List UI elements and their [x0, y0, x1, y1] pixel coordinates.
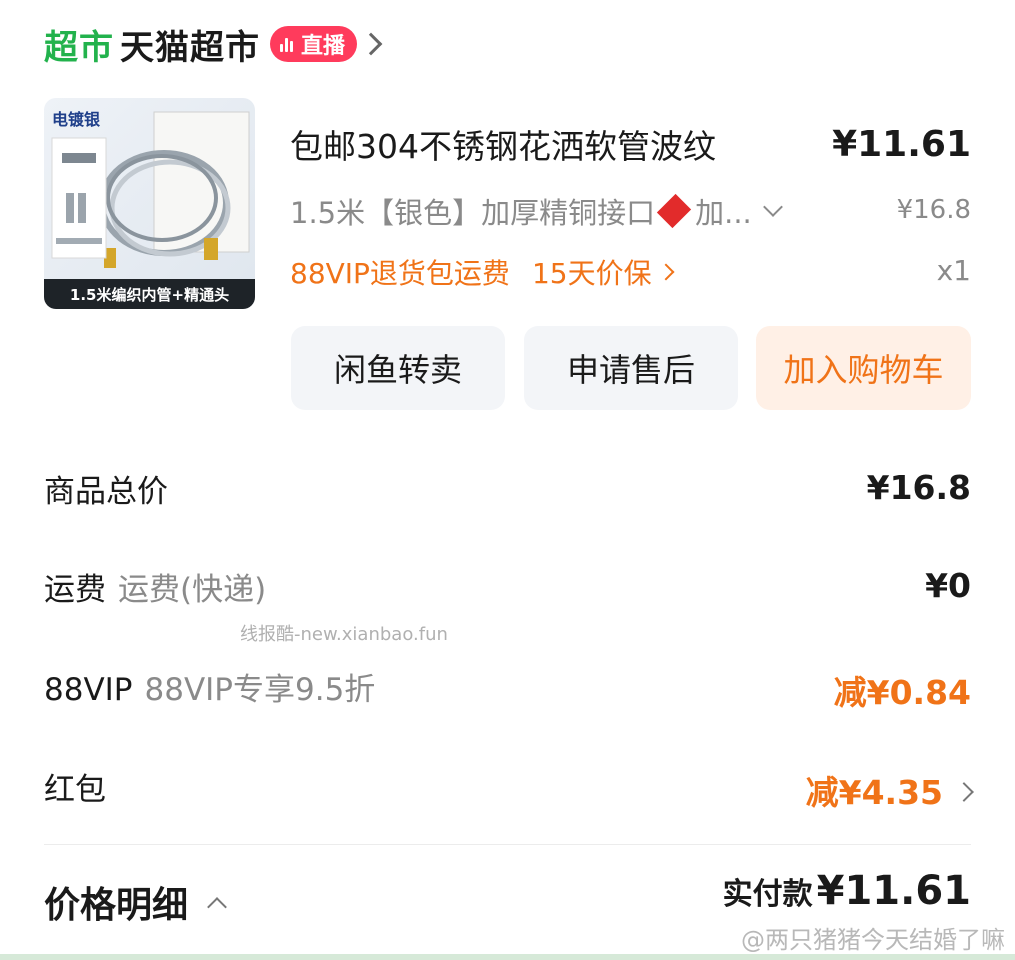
shipping-label-text: 运费: [44, 572, 106, 608]
vip-discount-value: 减¥0.84: [833, 673, 971, 712]
red-packet-value: 减¥4.35: [805, 773, 943, 812]
price-detail-label: 价格明细: [44, 885, 189, 926]
price-detail-toggle[interactable]: 价格明细: [44, 876, 227, 928]
quantity: x1: [936, 254, 971, 287]
store-name[interactable]: 天猫超市: [120, 20, 260, 69]
store-logo: 超市: [44, 27, 114, 68]
live-icon: [280, 36, 295, 52]
total-label-text: 商品总价: [44, 474, 168, 510]
after-sales-button[interactable]: 申请售后: [524, 326, 738, 410]
product-spec-selector[interactable]: 1.5米【银色】加厚精铜接口 加...: [290, 190, 783, 232]
watermark-text: 线报酷-new.xianbao.fun: [240, 624, 448, 645]
diamond-icon: [657, 193, 692, 229]
divider: [44, 844, 971, 845]
chevron-right-icon: [954, 781, 974, 802]
vip-discount-label: 88VIP 88VIP专享9.5折: [44, 664, 375, 709]
live-badge[interactable]: 直播: [270, 26, 358, 62]
product-image[interactable]: 电镀银 1.5米编织内管+精通头: [44, 98, 255, 309]
chevron-up-icon: [207, 897, 227, 917]
image-caption: 1.5米编织内管+精通头: [44, 279, 255, 309]
image-tag: 电镀银: [52, 110, 101, 129]
store-header[interactable]: 超市 天猫超市 直播: [44, 20, 383, 69]
spec-text: 1.5米【银色】加厚精铜接口: [290, 196, 656, 230]
resell-button[interactable]: 闲鱼转卖: [291, 326, 505, 410]
shipping-method: 运费(快递): [118, 572, 267, 608]
bottom-bar: [0, 954, 1015, 960]
red-packet-label: 红包: [44, 764, 106, 809]
paid-amount: 实付款 ¥11.61: [723, 868, 971, 914]
service-tags[interactable]: 88VIP退货包运费 15天价保: [290, 252, 675, 292]
weibo-watermark: @两只猪猪今天结婚了嘛: [741, 926, 1005, 954]
paid-label: 实付款: [722, 877, 813, 912]
original-price: ¥16.8: [896, 195, 971, 225]
red-packet-label-text: 红包: [44, 772, 106, 808]
chevron-right-icon: [657, 263, 675, 281]
price-protect-tag: 15天价保: [531, 257, 652, 290]
total-price-label: 商品总价: [44, 466, 168, 511]
spec-suffix: 加...: [695, 196, 752, 230]
vip-discount-desc: 88VIP专享9.5折: [144, 672, 376, 708]
paid-value: ¥11.61: [816, 868, 971, 914]
add-to-cart-button[interactable]: 加入购物车: [756, 326, 971, 410]
chevron-right-icon: [359, 32, 383, 56]
live-label: 直播: [301, 34, 346, 59]
shipping-label: 运费 运费(快递): [44, 564, 266, 609]
red-packet-row[interactable]: 减¥4.35: [805, 766, 974, 814]
total-price-value: ¥16.8: [866, 468, 971, 507]
chevron-down-icon: [762, 197, 783, 217]
product-title[interactable]: 包邮304不锈钢花洒软管波纹: [290, 120, 716, 168]
vip-label-text: 88VIP: [44, 672, 133, 708]
shipping-value: ¥0: [925, 566, 971, 605]
return-shipping-tag: 88VIP退货包运费: [290, 257, 510, 290]
product-price: ¥11.61: [832, 124, 971, 165]
